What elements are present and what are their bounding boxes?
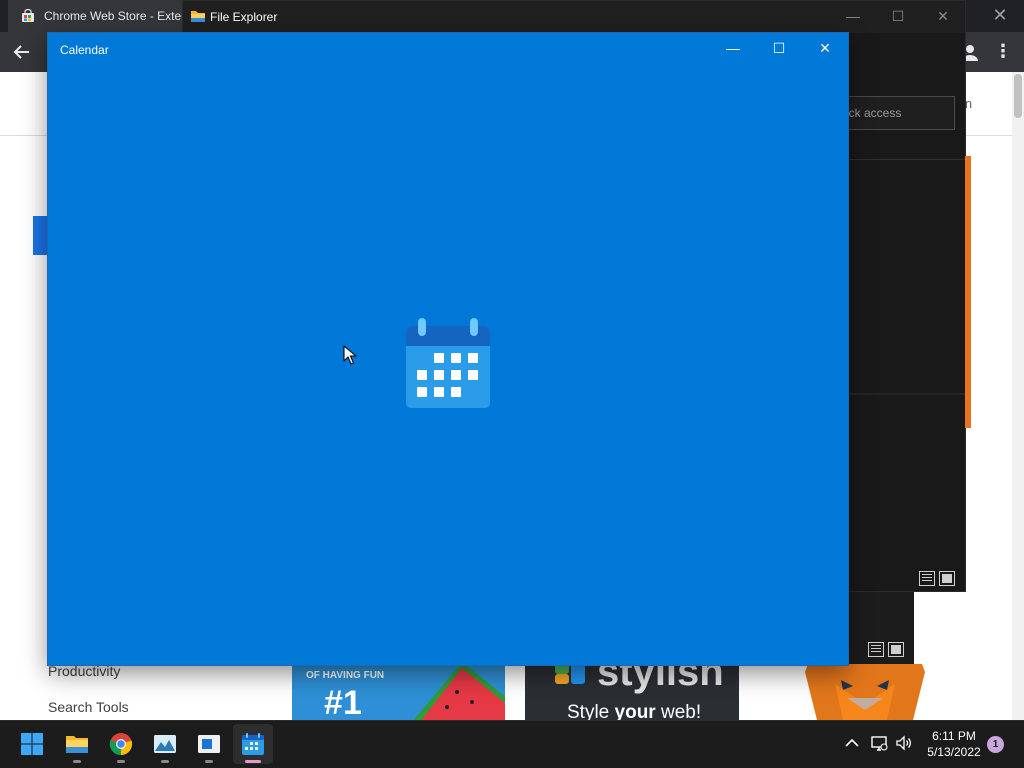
stylish-tagline-b: your (614, 702, 656, 720)
folder-icon (191, 11, 205, 22)
active-indicator (245, 760, 261, 763)
desktop: Chrome Web Store - Exter ✕ ⋮ in Producti… (0, 0, 1024, 768)
calendar-minimize-button[interactable]: — (710, 37, 756, 61)
large-icons-view-icon[interactable] (888, 642, 904, 657)
extension-tile-fruit[interactable]: OF HAVING FUN #1 (292, 664, 505, 720)
explorer-minimize-button[interactable]: — (830, 5, 876, 29)
stylish-logo-icon (555, 664, 585, 684)
calendar-maximize-button[interactable]: ☐ (756, 37, 802, 61)
details-view-icon[interactable] (919, 571, 935, 586)
category-productivity[interactable]: Productivity (48, 663, 120, 679)
photos-icon (154, 735, 176, 753)
chrome-icon (109, 733, 133, 756)
running-indicator (73, 760, 81, 763)
preview-orange-strip (965, 156, 971, 428)
chrome-menu-button[interactable]: ⋮ (994, 40, 1012, 64)
clock-time: 6:11 PM (932, 729, 976, 743)
chrome-close-button[interactable]: ✕ (988, 4, 1012, 28)
pane-divider (849, 393, 965, 395)
calendar-title: Calendar (60, 43, 109, 57)
running-indicator (161, 760, 169, 763)
explorer-title: File Explorer (210, 10, 278, 24)
details-view-icon[interactable] (868, 642, 884, 657)
volume-icon[interactable] (895, 734, 913, 752)
taskbar-clock[interactable]: 6:11 PM 5/13/2022 (920, 728, 988, 760)
extension-tile-metamask[interactable] (789, 664, 939, 720)
taskbar-photos[interactable] (145, 724, 185, 764)
large-icons-view-icon[interactable] (939, 571, 955, 586)
store-icon (198, 735, 220, 753)
chevron-up-icon[interactable] (843, 734, 861, 752)
explorer-search-input[interactable]: ick access (835, 96, 955, 130)
explorer-maximize-button[interactable]: ☐ (875, 5, 921, 29)
explorer-titlebar: File Explorer — ☐ ✕ (183, 1, 965, 33)
explorer-close-button[interactable]: ✕ (920, 5, 966, 29)
watermelon-graphic (413, 664, 505, 720)
web-store-icon (22, 9, 34, 22)
chrome-tab-title: Chrome Web Store - Exter (44, 9, 184, 23)
fruit-tile-rank: #1 (324, 684, 362, 720)
notification-badge[interactable]: 1 (987, 736, 1004, 753)
file-explorer-icon (66, 736, 88, 753)
stylish-logo-text: stylish (597, 664, 724, 694)
scroll-thumb[interactable] (1014, 74, 1022, 118)
chrome-scrollbar[interactable] (1012, 72, 1024, 720)
clock-date: 5/13/2022 (927, 745, 981, 759)
calendar-window: Calendar — ☐ ✕ (48, 33, 848, 665)
taskbar-chrome[interactable] (101, 724, 141, 764)
category-search-tools[interactable]: Search Tools (48, 699, 129, 715)
taskbar-calendar[interactable] (233, 724, 273, 764)
network-icon[interactable] (870, 734, 888, 752)
running-indicator (205, 760, 213, 763)
explorer-view-toggle (919, 571, 959, 589)
calendar-icon (242, 733, 264, 755)
taskbar-file-explorer[interactable] (57, 724, 97, 764)
selected-category-marker (33, 216, 49, 255)
mouse-pointer-icon (343, 345, 357, 365)
secondary-explorer-panel (848, 592, 914, 664)
calendar-titlebar: Calendar — ☐ ✕ (48, 33, 848, 65)
stylish-tagline-c: web! (655, 702, 702, 720)
stylish-tagline: Style your web! (567, 702, 701, 720)
secondary-view-toggle (868, 642, 908, 662)
fruit-tile-text: OF HAVING FUN (306, 670, 385, 681)
extension-tile-stylish[interactable]: stylish Style your web! (525, 664, 739, 720)
chrome-tab-web-store[interactable]: Chrome Web Store - Exter (8, 0, 184, 32)
running-indicator (117, 760, 125, 763)
stylish-tagline-a: Style (567, 702, 615, 720)
calendar-close-button[interactable]: ✕ (802, 37, 848, 61)
calendar-app-icon (406, 318, 490, 408)
start-button[interactable] (12, 724, 52, 764)
fox-logo-icon (805, 664, 925, 720)
taskbar-store[interactable] (189, 724, 229, 764)
start-icon (21, 733, 43, 755)
back-arrow-icon[interactable] (10, 40, 34, 64)
ribbon-divider (849, 159, 965, 160)
